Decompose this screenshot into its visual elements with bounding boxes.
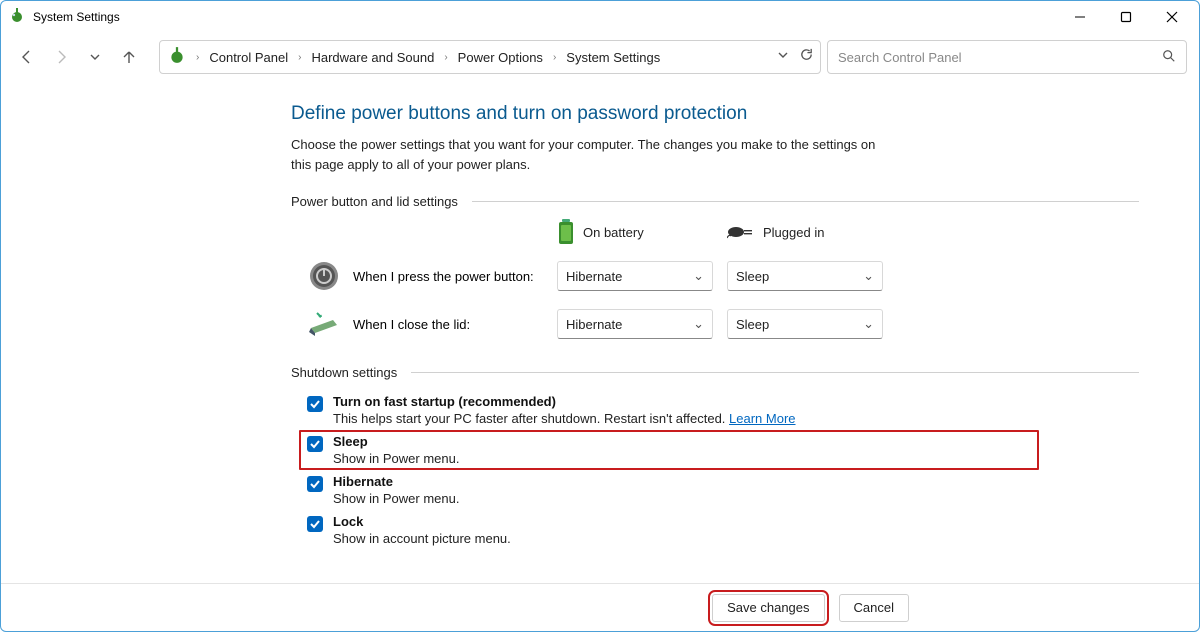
sleep-checkbox[interactable] <box>307 436 323 452</box>
minimize-button[interactable] <box>1057 1 1103 33</box>
power-settings-grid: On battery Plugged in When I press the p… <box>307 219 1139 341</box>
hibernate-checkbox[interactable] <box>307 476 323 492</box>
laptop-lid-icon <box>307 307 341 341</box>
address-bar[interactable]: › Control Panel › Hardware and Sound › P… <box>159 40 821 74</box>
crumb-hardware-sound[interactable]: Hardware and Sound <box>311 50 434 65</box>
search-input[interactable] <box>838 50 1162 65</box>
crumb-control-panel[interactable]: Control Panel <box>209 50 288 65</box>
page-description: Choose the power settings that you want … <box>291 135 891 174</box>
lock-checkbox[interactable] <box>307 516 323 532</box>
forward-button[interactable] <box>47 43 75 71</box>
crumb-sep: › <box>190 52 205 63</box>
fast-startup-checkbox[interactable] <box>307 396 323 412</box>
lid-battery-select[interactable]: Hibernate⌄ <box>557 309 713 339</box>
up-button[interactable] <box>115 43 143 71</box>
footer-bar: Save changes Cancel <box>1 583 1199 631</box>
cancel-button[interactable]: Cancel <box>839 594 909 622</box>
plug-icon <box>727 225 755 239</box>
search-box[interactable] <box>827 40 1187 74</box>
power-plan-icon <box>9 7 25 28</box>
recent-dropdown[interactable] <box>81 43 109 71</box>
shutdown-item-lock: Lock Show in account picture menu. <box>307 510 1139 550</box>
control-panel-icon <box>168 46 186 69</box>
chevron-down-icon: ⌄ <box>693 268 704 284</box>
page-title: Define power buttons and turn on passwor… <box>291 103 1139 125</box>
shutdown-item-hibernate: Hibernate Show in Power menu. <box>307 470 1139 510</box>
column-on-battery: On battery <box>557 219 727 245</box>
chevron-down-icon: ⌄ <box>863 316 874 332</box>
chevron-down-icon: ⌄ <box>693 316 704 332</box>
window-title: System Settings <box>33 10 120 24</box>
row-power-button: When I press the power button: <box>307 259 557 293</box>
refresh-button[interactable] <box>799 47 814 67</box>
close-button[interactable] <box>1149 1 1195 33</box>
navigation-row: › Control Panel › Hardware and Sound › P… <box>1 33 1199 81</box>
titlebar: System Settings <box>1 1 1199 33</box>
crumb-sep: › <box>292 52 307 63</box>
back-button[interactable] <box>13 43 41 71</box>
crumb-sep: › <box>438 52 453 63</box>
search-icon <box>1162 49 1176 66</box>
shutdown-item-sleep: Sleep Show in Power menu. <box>299 430 1039 470</box>
learn-more-link[interactable]: Learn More <box>729 411 795 426</box>
save-changes-button[interactable]: Save changes <box>712 594 824 622</box>
crumb-sep: › <box>547 52 562 63</box>
maximize-button[interactable] <box>1103 1 1149 33</box>
row-lid: When I close the lid: <box>307 307 557 341</box>
lid-plugged-select[interactable]: Sleep⌄ <box>727 309 883 339</box>
power-button-icon <box>307 259 341 293</box>
power-button-plugged-select[interactable]: Sleep⌄ <box>727 261 883 291</box>
main-content: Define power buttons and turn on passwor… <box>1 81 1199 550</box>
crumb-power-options[interactable]: Power Options <box>458 50 543 65</box>
section-power-heading: Power button and lid settings <box>291 194 1139 209</box>
power-button-battery-select[interactable]: Hibernate⌄ <box>557 261 713 291</box>
section-shutdown-heading: Shutdown settings <box>291 365 1139 380</box>
shutdown-item-fast-startup: Turn on fast startup (recommended) This … <box>307 390 1139 430</box>
column-plugged-in: Plugged in <box>727 225 897 240</box>
address-dropdown[interactable] <box>777 48 789 66</box>
chevron-down-icon: ⌄ <box>863 268 874 284</box>
battery-icon <box>557 219 575 245</box>
crumb-system-settings[interactable]: System Settings <box>566 50 660 65</box>
shutdown-settings-list: Turn on fast startup (recommended) This … <box>307 390 1139 550</box>
